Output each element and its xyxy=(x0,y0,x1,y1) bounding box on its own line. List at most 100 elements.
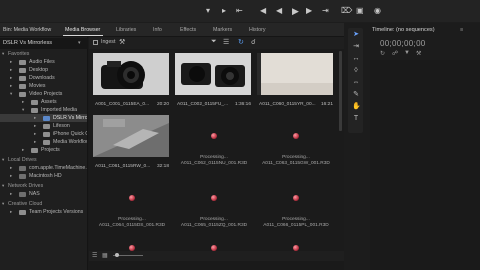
expand-icon[interactable]: ▸ xyxy=(10,190,12,198)
clip-tile-processing[interactable]: Processing... A011_C064_0115DS_001.R3D xyxy=(93,177,171,237)
grid-scrollbar[interactable] xyxy=(339,51,342,131)
collapse-icon[interactable]: ▾ xyxy=(2,156,4,164)
tree-item-nas[interactable]: ▸ NAS xyxy=(0,190,87,198)
clip-tile-processing[interactable]: Processing... A011_C063_0115GW_001.R3D xyxy=(257,115,335,175)
timeline-tab[interactable]: Timeline: (no sequences) xyxy=(372,27,435,33)
tree-item-video-projects[interactable]: ▾ Video Projects xyxy=(0,90,87,98)
horizontal-scrollbar[interactable] xyxy=(89,261,344,270)
expand-icon[interactable]: ▸ xyxy=(34,130,36,138)
tree-item-macintosh-hd[interactable]: ▸ Macintosh HD xyxy=(0,172,87,180)
refresh-icon[interactable]: ↻ xyxy=(238,38,244,46)
tree-item-team-projects-versions[interactable]: ▸ Team Projects Versions xyxy=(0,208,87,216)
expand-icon[interactable]: ▸ xyxy=(10,58,12,66)
linked-selection-icon[interactable]: ☍ xyxy=(392,50,398,57)
add-marker-icon[interactable]: ▼ xyxy=(404,50,410,56)
tree-section-creative-cloud[interactable]: ▾ Creative Cloud xyxy=(0,200,87,208)
clip-tile-processing[interactable]: Processing... A011_C066_0115PL_001.R3D xyxy=(257,177,335,237)
collapse-icon[interactable]: ▾ xyxy=(10,90,12,98)
tree-item-media-workflow[interactable]: ▸ Media Workflow xyxy=(0,138,87,146)
selection-tool-icon[interactable]: ➤ xyxy=(352,31,360,39)
clip-tile[interactable]: A011_C002_0115FU_... 1:36:16 xyxy=(175,53,253,113)
clip-thumbnail[interactable] xyxy=(93,115,169,157)
tree-item-downloads[interactable]: ▸ Downloads xyxy=(0,74,87,82)
tree-item-movies[interactable]: ▸ Movies xyxy=(0,82,87,90)
tab-libraries[interactable]: Libraries xyxy=(116,27,136,33)
tree-item-desktop[interactable]: ▸ Desktop xyxy=(0,66,87,74)
filter-icon[interactable]: ⏷ xyxy=(211,38,217,46)
expand-icon[interactable]: ▸ xyxy=(10,66,12,74)
expand-icon[interactable]: ▸ xyxy=(34,138,36,146)
chevron-down-icon[interactable]: ▾ xyxy=(78,40,81,46)
razor-tool-icon[interactable]: ◊ xyxy=(352,67,360,75)
clip-tile[interactable]: A001_C001_0115EA_0... 20:20 xyxy=(93,53,171,113)
clip-tile-processing[interactable]: Processing... A011_C062_0115NU_001.R3D xyxy=(175,115,253,175)
type-tool-icon[interactable]: T xyxy=(352,115,360,123)
bin-tab[interactable]: Bin: Media Workflow xyxy=(3,27,51,33)
expand-icon[interactable]: ▸ xyxy=(10,74,12,82)
tree-section-favorites[interactable]: ▾ Favorites xyxy=(0,50,87,58)
expand-icon[interactable]: ▸ xyxy=(22,98,24,106)
layers-icon[interactable]: ☰ xyxy=(223,38,229,46)
tab-info[interactable]: Info xyxy=(153,27,162,33)
expand-icon[interactable]: ▸ xyxy=(10,164,12,172)
tab-effects[interactable]: Effects xyxy=(180,27,196,33)
track-select-tool-icon[interactable]: ⇥ xyxy=(352,43,360,51)
collapse-icon[interactable]: ▾ xyxy=(2,182,4,190)
tree-section-network-drives[interactable]: ▾ Network Drives xyxy=(0,182,87,190)
go-to-out-icon-2[interactable]: ⇥ xyxy=(322,7,329,15)
mark-in-icon[interactable]: ▾ xyxy=(206,7,210,15)
snap-icon[interactable]: ↻ xyxy=(380,50,385,57)
pen-tool-icon[interactable]: ✎ xyxy=(352,91,360,99)
list-view-icon[interactable]: ☰ xyxy=(92,252,97,259)
panel-menu-icon[interactable]: ≡ xyxy=(460,27,463,33)
go-to-out-icon[interactable]: ◀ xyxy=(276,7,282,15)
hand-tool-icon[interactable]: ✋ xyxy=(352,103,361,111)
clip-tile-processing[interactable]: Processing... A011_C065_0115ZQ_001.R3D xyxy=(175,177,253,237)
tree-item-iphone-quick-check[interactable]: ▸ iPhone Quick Che xyxy=(0,130,87,138)
tree-item-assets[interactable]: ▸ Assets xyxy=(0,98,87,106)
tab-media-browser[interactable]: Media Browser xyxy=(65,27,100,33)
export-frame-icon[interactable]: ◉ xyxy=(374,7,381,15)
expand-icon[interactable]: ▸ xyxy=(22,146,24,154)
expand-icon[interactable]: ▸ xyxy=(34,114,36,122)
play-icon[interactable]: ▶ xyxy=(292,7,299,16)
search-icon[interactable]: ☌ xyxy=(251,38,256,46)
clip-name: A011_C002_0115FU_... xyxy=(177,102,229,107)
expand-icon[interactable]: ▸ xyxy=(10,208,12,216)
tree-section-local-drives[interactable]: ▾ Local Drives xyxy=(0,156,87,164)
ripple-edit-tool-icon[interactable]: ↔ xyxy=(352,55,360,63)
ingest-checkbox[interactable] xyxy=(93,40,98,45)
collapse-icon[interactable]: ▾ xyxy=(2,200,4,208)
expand-icon[interactable]: ▸ xyxy=(10,172,12,180)
timeline-timecode[interactable]: 00;00;00;00 xyxy=(380,39,426,48)
wrench-icon[interactable]: ⚒ xyxy=(119,38,125,46)
tree-item-dslr-vs-mirrorless[interactable]: ▸ DSLR Vs Mirrorle xyxy=(0,114,87,122)
insert-icon[interactable]: ⌦ xyxy=(341,7,352,15)
go-to-in-icon[interactable]: ⇤ xyxy=(236,7,243,15)
icon-view-icon[interactable]: ▦ xyxy=(102,252,108,259)
tree-item-timemachine[interactable]: ▸ com.apple.TimeMachine.lo xyxy=(0,164,87,172)
timeline-toolbar: ↻ ☍ ▼ ⚒ xyxy=(378,50,474,58)
collapse-icon[interactable]: ▾ xyxy=(2,50,4,58)
collapse-icon[interactable]: ▾ xyxy=(22,106,24,114)
zoom-slider-handle[interactable] xyxy=(115,253,119,257)
clip-thumbnail[interactable] xyxy=(93,53,169,95)
clip-tile[interactable]: A011_C061_0115RW_0... 32:18 xyxy=(93,115,171,175)
overwrite-icon[interactable]: ▣ xyxy=(356,7,364,15)
tab-history[interactable]: History xyxy=(249,27,265,33)
expand-icon[interactable]: ▸ xyxy=(34,122,36,130)
step-forward-icon[interactable]: ▶ xyxy=(306,7,312,15)
slip-tool-icon[interactable]: ⇔ xyxy=(352,79,360,87)
clip-tile[interactable]: A011_C060_0115YR_00... 16:21 xyxy=(257,53,335,113)
expand-icon[interactable]: ▸ xyxy=(10,82,12,90)
tree-item-audio-files[interactable]: ▸ Audio Files xyxy=(0,58,87,66)
clip-thumbnail[interactable] xyxy=(257,53,333,95)
tree-item-projects[interactable]: ▸ Projects xyxy=(0,146,87,154)
step-back-icon[interactable]: ◀ xyxy=(260,7,266,15)
tree-item-lifeson[interactable]: ▸ Lifeson xyxy=(0,122,87,130)
wrench-icon[interactable]: ⚒ xyxy=(416,50,421,57)
clip-thumbnail[interactable] xyxy=(175,53,251,95)
mark-out-icon[interactable]: ▸ xyxy=(222,7,226,15)
tab-markers[interactable]: Markers xyxy=(213,27,232,33)
tree-item-imported-media[interactable]: ▾ Imported Media xyxy=(0,106,87,114)
